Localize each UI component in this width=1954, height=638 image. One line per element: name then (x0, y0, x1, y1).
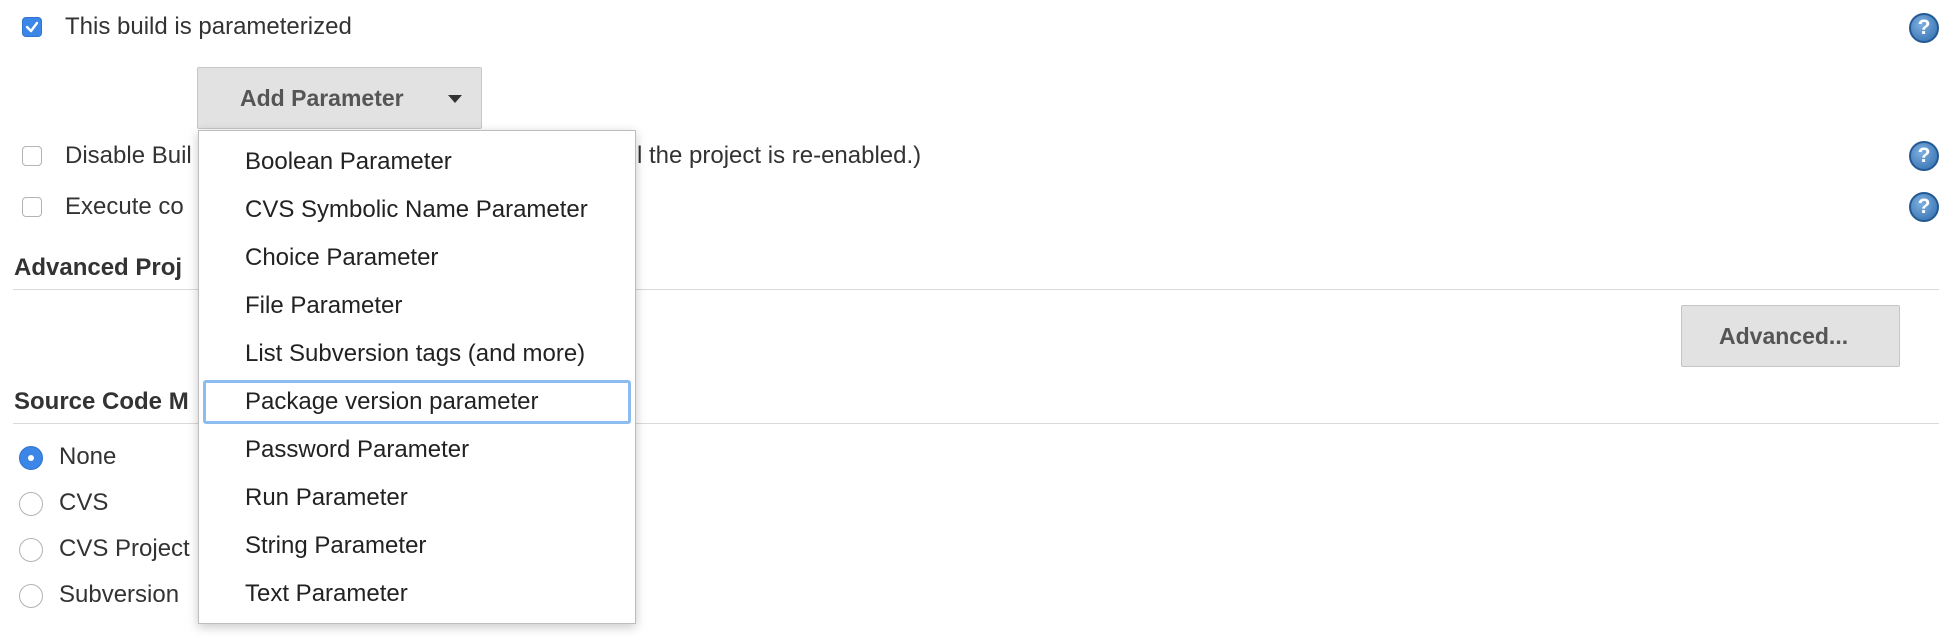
scm-option-label: None (59, 443, 117, 470)
help-icon-parameterized[interactable]: ? (1909, 13, 1939, 43)
add-parameter-menu: Boolean Parameter CVS Symbolic Name Para… (198, 130, 636, 624)
scm-option-label: CVS Project (59, 535, 190, 562)
caret-down-icon (448, 95, 462, 103)
scm-radio-cvs[interactable] (19, 492, 43, 516)
scm-radio-none[interactable] (19, 446, 43, 470)
checkmark-icon (25, 21, 39, 33)
menu-item-file-parameter[interactable]: File Parameter (203, 284, 631, 328)
menu-item-string-parameter[interactable]: String Parameter (203, 524, 631, 568)
disable-build-label: Disable Buil (65, 142, 192, 169)
scm-radio-cvs-project[interactable] (19, 538, 43, 562)
source-code-management-title: Source Code M (14, 388, 189, 415)
menu-item-choice-parameter[interactable]: Choice Parameter (203, 236, 631, 280)
menu-item-run-parameter[interactable]: Run Parameter (203, 476, 631, 520)
help-icon-disable-build[interactable]: ? (1909, 141, 1939, 171)
scm-option-label: CVS (59, 489, 109, 516)
advanced-button-label: Advanced... (1719, 323, 1849, 349)
menu-item-boolean-parameter[interactable]: Boolean Parameter (203, 140, 631, 184)
disable-build-checkbox[interactable] (22, 146, 42, 166)
menu-item-list-subversion-tags[interactable]: List Subversion tags (and more) (203, 332, 631, 376)
execute-concurrent-checkbox[interactable] (22, 197, 42, 217)
menu-item-password-parameter[interactable]: Password Parameter (203, 428, 631, 472)
scm-radio-subversion[interactable] (19, 584, 43, 608)
add-parameter-button[interactable]: Add Parameter (197, 67, 482, 129)
scm-option-label: Subversion (59, 581, 180, 608)
execute-concurrent-label: Execute co (65, 193, 184, 220)
advanced-button[interactable]: Advanced... (1681, 305, 1900, 367)
help-icon-execute-concurrent[interactable]: ? (1909, 192, 1939, 222)
parameterized-checkbox[interactable] (22, 17, 42, 37)
advanced-project-options-title: Advanced Proj (14, 254, 183, 281)
menu-item-package-version-parameter[interactable]: Package version parameter (203, 380, 631, 424)
add-parameter-label: Add Parameter (240, 85, 404, 111)
disable-build-label-suffix: l the project is re-enabled.) (637, 142, 922, 169)
parameterized-label: This build is parameterized (65, 13, 352, 40)
menu-item-cvs-symbolic-name-parameter[interactable]: CVS Symbolic Name Parameter (203, 188, 631, 232)
menu-item-text-parameter[interactable]: Text Parameter (203, 572, 631, 616)
